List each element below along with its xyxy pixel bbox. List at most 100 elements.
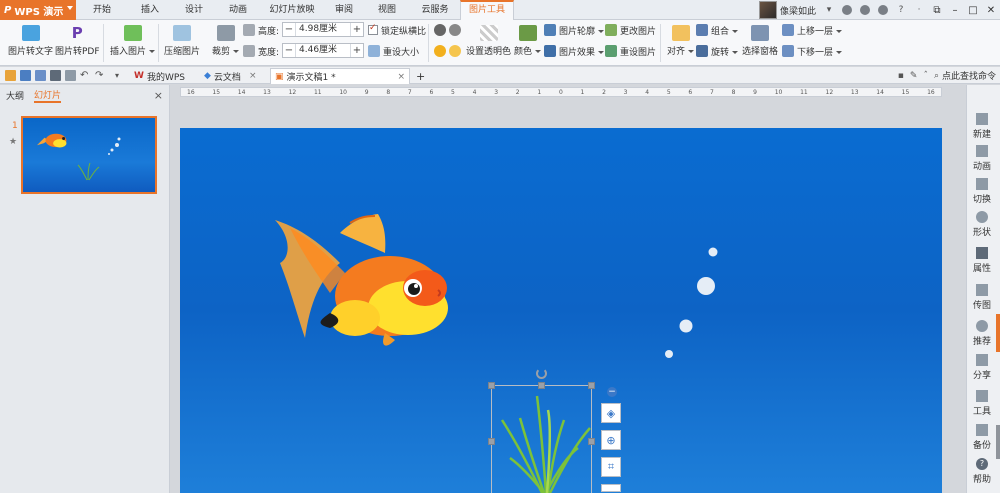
resize-handle[interactable]: [488, 382, 495, 389]
close-icon[interactable]: ✕: [982, 0, 1000, 20]
goldfish-image[interactable]: [275, 214, 448, 346]
resize-handle[interactable]: [538, 382, 545, 389]
reset-size-button[interactable]: 重设大小: [368, 44, 419, 58]
picture-to-pdf-button[interactable]: P 图片转PDF: [55, 25, 100, 57]
more-tools-button[interactable]: [601, 484, 621, 492]
crop-button[interactable]: 裁剪: [212, 25, 239, 57]
selection-pane-button[interactable]: 选择窗格: [742, 25, 778, 57]
resize-handle[interactable]: [488, 438, 495, 445]
restore-icon[interactable]: ⧉: [928, 0, 946, 20]
print-icon[interactable]: [50, 70, 61, 81]
group-button[interactable]: 组合: [696, 23, 738, 37]
tab-view[interactable]: 视图: [364, 0, 410, 20]
save-icon[interactable]: [20, 70, 31, 81]
decrease-width-button[interactable]: −: [283, 45, 295, 56]
maximize-icon[interactable]: □: [964, 0, 982, 20]
crop-button-float[interactable]: ⌗: [601, 457, 621, 477]
user-avatar[interactable]: [758, 1, 777, 19]
set-transparent-button[interactable]: 设置透明色: [466, 25, 511, 57]
increase-width-button[interactable]: +: [351, 45, 363, 56]
more-icon[interactable]: ·: [912, 3, 926, 17]
close-icon[interactable]: ×: [154, 89, 163, 102]
compress-picture-button[interactable]: 压缩图片: [164, 25, 200, 57]
lock-ratio-checkbox[interactable]: 锁定纵横比: [368, 23, 426, 37]
insert-picture-button[interactable]: 插入图片: [110, 25, 155, 57]
selection-box[interactable]: [488, 368, 595, 493]
bring-forward-button[interactable]: 上移一层: [782, 23, 842, 37]
width-stepper[interactable]: − 4.46厘米 +: [282, 43, 364, 58]
redo-icon[interactable]: ↷: [95, 70, 106, 81]
tools-icon[interactable]: ✎: [910, 71, 918, 81]
tab-presentation1[interactable]: ▣ 演示文稿1 * ×: [270, 68, 410, 84]
minimize-icon[interactable]: –: [946, 0, 964, 20]
width-input[interactable]: 4.46厘米: [295, 44, 351, 57]
tab-insert[interactable]: 插入: [128, 0, 172, 20]
sidebar-item-new[interactable]: 新建: [967, 113, 997, 140]
preview-icon[interactable]: [65, 70, 76, 81]
sidebar-item-shape[interactable]: 形状: [967, 211, 997, 238]
sidebar-item-backup[interactable]: 备份: [967, 424, 997, 451]
zoom-button[interactable]: ⊕: [601, 430, 621, 450]
tab-design[interactable]: 设计: [172, 0, 216, 20]
reset-picture-button[interactable]: 重设图片: [605, 44, 656, 58]
export-icon[interactable]: [35, 70, 46, 81]
app-menu-button[interactable]: P WPS 演示: [0, 0, 76, 20]
skin-icon[interactable]: [840, 3, 854, 17]
increase-height-button[interactable]: +: [351, 24, 363, 35]
chevron-down-icon[interactable]: ▾: [822, 3, 836, 17]
sidebar-item-tools[interactable]: 工具: [967, 390, 997, 417]
share-icon[interactable]: [876, 3, 890, 17]
sidebar-item-upload-picture[interactable]: 传图: [967, 284, 997, 311]
tab-slides[interactable]: 幻灯片: [34, 88, 62, 103]
tab-start[interactable]: 开始: [76, 0, 128, 20]
height-input[interactable]: 4.98厘米: [295, 23, 351, 36]
open-icon[interactable]: [5, 70, 16, 81]
new-tab-button[interactable]: +: [412, 68, 425, 84]
picture-effect-button[interactable]: 图片效果: [544, 44, 604, 58]
picture-to-text-button[interactable]: 图片转文字: [8, 25, 53, 57]
sidebar-item-recommend[interactable]: 推荐: [967, 320, 997, 347]
chevron-down-icon[interactable]: ▾: [115, 70, 126, 81]
undo-icon[interactable]: ↶: [80, 70, 91, 81]
tab-slideshow[interactable]: 幻灯片放映: [260, 0, 324, 20]
close-icon[interactable]: ×: [397, 72, 405, 82]
send-backward-button[interactable]: 下移一层: [782, 44, 842, 58]
color-button[interactable]: 颜色: [514, 25, 541, 57]
rotate-handle-icon[interactable]: [536, 368, 547, 379]
tab-my-wps[interactable]: W 我的WPS: [130, 68, 196, 84]
message-icon[interactable]: ▪: [898, 71, 904, 81]
collapse-icon[interactable]: ˆ: [923, 71, 928, 81]
tab-cloud-service[interactable]: 云服务: [410, 0, 460, 20]
sidebar-item-help[interactable]: ? 帮助: [967, 458, 997, 485]
sidebar-item-transition[interactable]: 切换: [967, 178, 997, 205]
decrease-height-button[interactable]: −: [283, 24, 295, 35]
tab-review[interactable]: 审阅: [324, 0, 364, 20]
slide-thumbnail[interactable]: [21, 116, 157, 194]
help-icon[interactable]: ?: [894, 3, 908, 17]
close-icon[interactable]: ×: [249, 71, 257, 81]
rotate-button[interactable]: 旋转: [696, 44, 738, 58]
collapse-icon[interactable]: −: [607, 387, 617, 397]
align-button[interactable]: 对齐: [667, 25, 694, 57]
brightness-buttons[interactable]: [434, 44, 464, 58]
sidebar-collapse-handle[interactable]: [996, 314, 1000, 352]
user-name[interactable]: 像梁如此: [780, 4, 816, 17]
settings-icon[interactable]: [858, 3, 872, 17]
change-picture-button[interactable]: 更改图片: [605, 23, 656, 37]
resize-handle[interactable]: [588, 438, 595, 445]
tab-picture-tools[interactable]: 图片工具: [460, 0, 514, 20]
sidebar-scroll-handle[interactable]: [996, 425, 1000, 459]
contrast-buttons[interactable]: [434, 23, 464, 37]
sidebar-item-share[interactable]: 分享: [967, 354, 997, 381]
picture-outline-button[interactable]: 图片轮廓: [544, 23, 604, 37]
layers-button[interactable]: ◈: [601, 403, 621, 423]
tab-animation[interactable]: 动画: [216, 0, 260, 20]
tab-outline[interactable]: 大纲: [6, 89, 24, 102]
command-search[interactable]: ▪ ✎ ˆ ⌕ 点此查找命令: [898, 69, 996, 83]
sidebar-item-property[interactable]: 属性: [967, 247, 997, 274]
tab-cloud-docs[interactable]: ◆ 云文档 ×: [200, 68, 266, 84]
slide-canvas[interactable]: [180, 128, 942, 493]
sidebar-item-animation[interactable]: 动画: [967, 145, 997, 172]
resize-handle[interactable]: [588, 382, 595, 389]
height-stepper[interactable]: − 4.98厘米 +: [282, 22, 364, 37]
